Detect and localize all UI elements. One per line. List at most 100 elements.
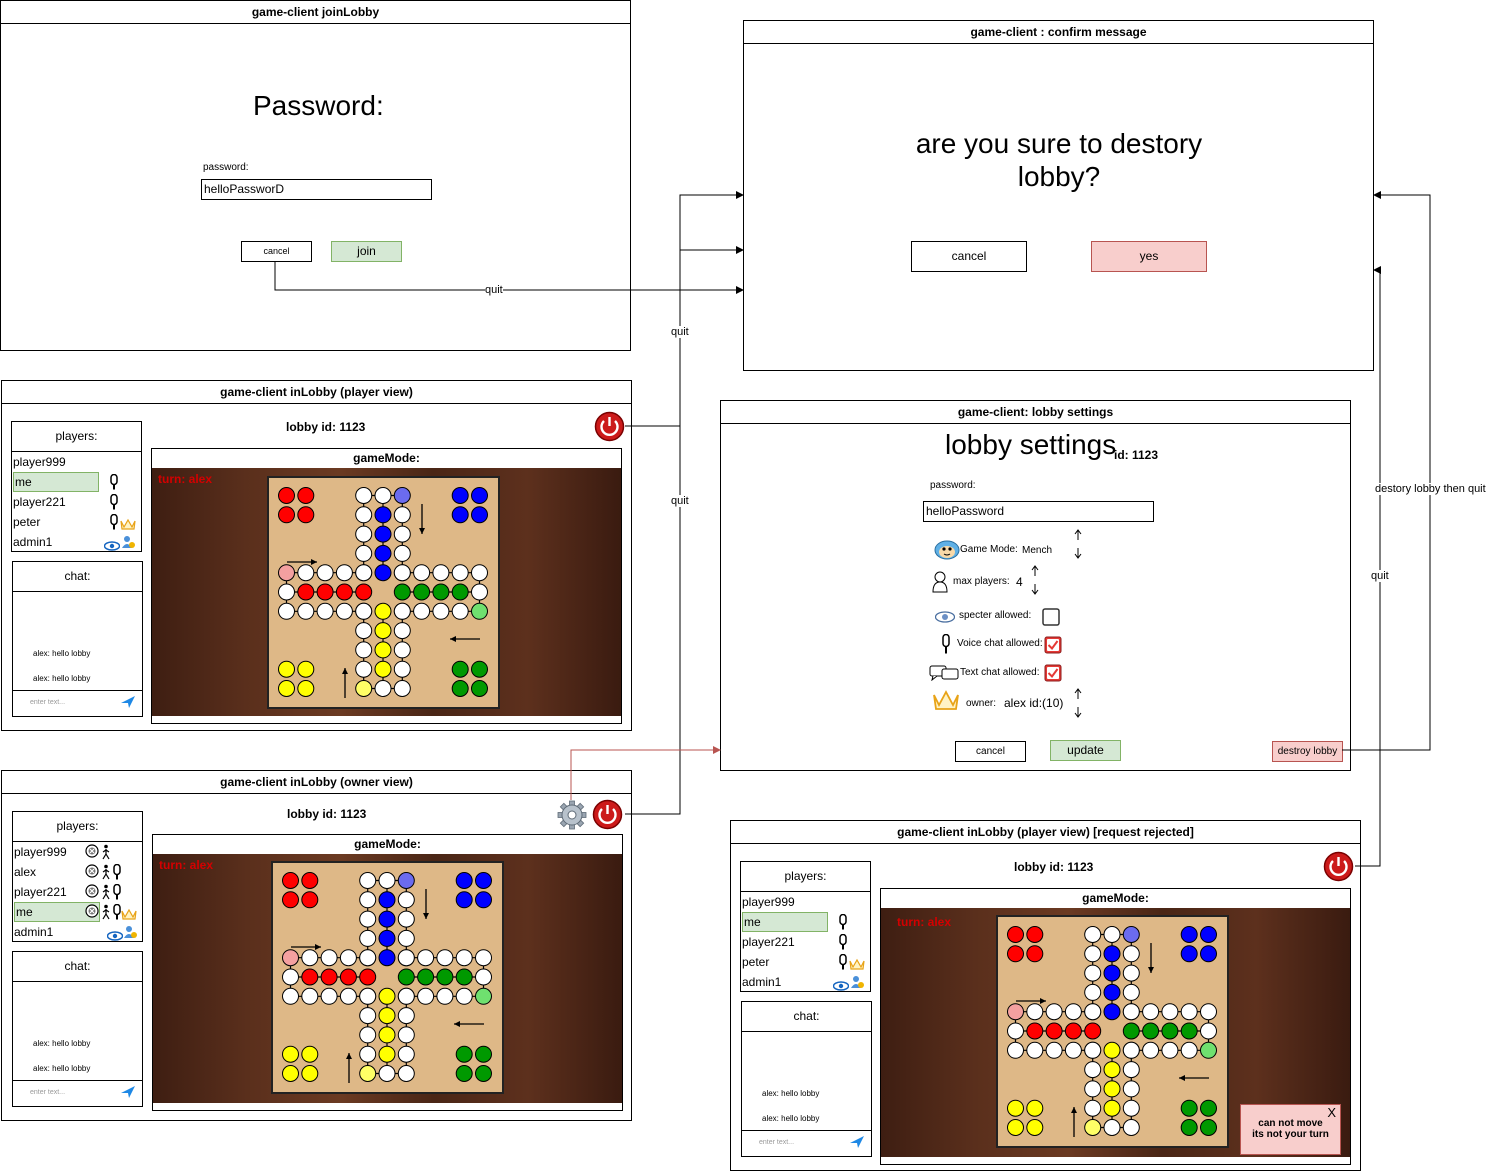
eye-icon <box>106 927 124 943</box>
track-field <box>393 680 411 697</box>
admin-icon <box>122 535 136 551</box>
turn-indicator: turn: alex <box>158 472 213 486</box>
player-name: admin1 <box>13 535 53 549</box>
player-row[interactable]: peter <box>12 512 141 532</box>
track-field <box>397 1045 415 1063</box>
player-row[interactable]: player221 <box>13 882 142 902</box>
player-name: alex <box>14 865 37 879</box>
kick-icon[interactable] <box>85 904 99 920</box>
game-piece <box>301 1045 319 1063</box>
update-button[interactable]: update <box>1050 740 1121 761</box>
edge-label-destroy-quit: destory lobby then quit <box>1375 483 1486 495</box>
chat-message: alex: hello lobby <box>33 1064 91 1073</box>
kick-icon[interactable] <box>85 884 99 900</box>
owner-stepper-icon[interactable] <box>1073 687 1083 722</box>
game-piece <box>378 949 396 967</box>
track-field <box>393 602 411 620</box>
track-field <box>1180 1041 1198 1059</box>
player-row[interactable]: admin1 <box>741 972 870 992</box>
player-row[interactable]: player999 <box>13 842 142 862</box>
player-row[interactable]: player999 <box>12 452 141 472</box>
game-piece <box>1026 945 1044 963</box>
yes-button[interactable]: yes <box>1091 241 1207 272</box>
track-field <box>1122 983 1140 1001</box>
send-icon[interactable] <box>121 696 135 711</box>
join-button[interactable]: join <box>331 241 402 262</box>
chat-message: alex: hello lobby <box>33 674 91 683</box>
power-icon[interactable] <box>592 799 623 830</box>
track-field <box>471 583 488 601</box>
send-icon[interactable] <box>850 1136 864 1151</box>
game-piece <box>297 506 315 524</box>
player-row[interactable]: alex <box>13 862 142 882</box>
game-piece <box>393 583 411 601</box>
settings-heading: lobby settings <box>945 429 1117 460</box>
spectator-checkbox[interactable] <box>1042 608 1060 629</box>
edge-label-quit-rejected: quit <box>1371 570 1389 582</box>
game-mode-value: Mench <box>1022 545 1053 556</box>
player-row[interactable]: me <box>13 902 142 922</box>
send-icon[interactable] <box>121 1086 135 1101</box>
game-piece <box>335 583 353 601</box>
password-heading: Password: <box>253 90 384 121</box>
ludo-board[interactable] <box>267 476 500 709</box>
cancel-button[interactable]: cancel <box>955 741 1026 762</box>
player-row[interactable]: admin1 <box>13 922 142 942</box>
game-piece <box>297 487 315 504</box>
game-piece <box>374 564 392 582</box>
kick-icon[interactable] <box>85 864 99 880</box>
lobby-id: lobby id: 1123 <box>287 807 367 821</box>
edge-label-quit-join: quit <box>485 284 503 296</box>
chat-message: alex: hello lobby <box>33 649 91 658</box>
game-piece <box>397 968 415 986</box>
game-mode-header: gameMode: <box>353 451 420 465</box>
game-piece <box>475 1045 492 1063</box>
cancel-button[interactable]: cancel <box>241 241 312 262</box>
destroy-lobby-button[interactable]: destroy lobby <box>1272 741 1343 762</box>
game-mode-stepper-icon[interactable] <box>1073 528 1083 563</box>
game-piece <box>374 622 392 640</box>
password-input[interactable]: helloPassword <box>923 501 1154 522</box>
toast-line-2: its not your turn <box>1252 1129 1329 1140</box>
player-row[interactable]: me <box>741 912 870 932</box>
max-players-stepper-icon[interactable] <box>1030 564 1040 599</box>
cancel-button[interactable]: cancel <box>911 241 1027 272</box>
player-row[interactable]: admin1 <box>12 532 141 552</box>
player-row[interactable]: player221 <box>741 932 870 952</box>
crown-icon <box>932 689 960 714</box>
ludo-board[interactable] <box>271 861 504 1094</box>
ludo-board[interactable] <box>996 915 1229 1148</box>
track-field <box>282 949 299 967</box>
player-row[interactable]: peter <box>741 952 870 972</box>
track-field <box>397 891 415 909</box>
track-field <box>1200 1041 1217 1059</box>
text-chat-checkbox[interactable] <box>1044 664 1062 685</box>
track-field <box>355 506 373 524</box>
track-field <box>1122 1061 1140 1079</box>
game-piece <box>413 583 431 601</box>
game-piece <box>451 583 469 601</box>
player-row[interactable]: player221 <box>12 492 141 512</box>
track-field <box>359 929 377 947</box>
voice-chat-checkbox[interactable] <box>1044 636 1062 657</box>
kick-icon[interactable] <box>85 844 99 860</box>
toast-close-button[interactable]: X <box>1327 1105 1336 1120</box>
power-icon[interactable] <box>1323 851 1354 882</box>
power-icon[interactable] <box>594 411 625 442</box>
track-field <box>1007 1003 1024 1021</box>
owner-value: alex id:(10) <box>1004 696 1064 710</box>
gear-icon[interactable] <box>557 800 587 830</box>
track-field <box>359 910 377 928</box>
player-name: player999 <box>13 455 66 469</box>
player-name: me <box>13 472 99 492</box>
chat-header: chat: <box>13 952 142 982</box>
track-field <box>393 525 411 543</box>
track-field <box>397 1065 415 1082</box>
track-field <box>397 1007 415 1025</box>
player-row[interactable]: player999 <box>741 892 870 912</box>
track-field <box>393 564 411 582</box>
game-piece <box>1200 1099 1217 1117</box>
track-field <box>436 949 454 967</box>
player-row[interactable]: me <box>12 472 141 492</box>
password-input[interactable]: helloPassworD <box>201 179 432 200</box>
